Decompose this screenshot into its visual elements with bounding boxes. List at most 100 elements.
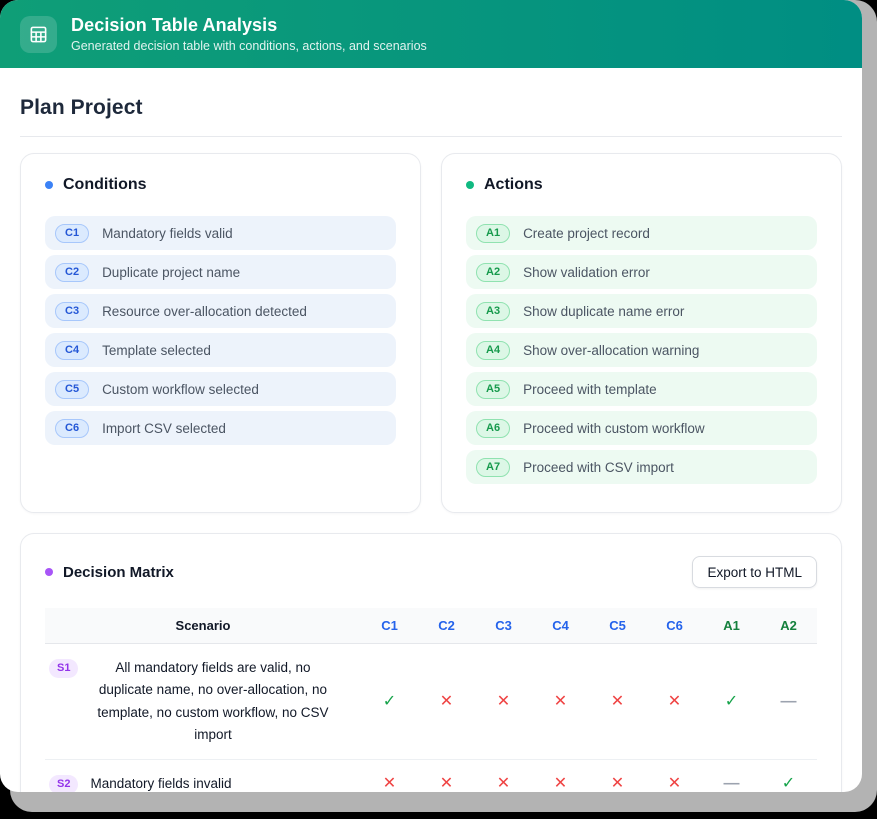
mark-cell: ✕ — [646, 760, 703, 792]
action-id-badge: A7 — [476, 458, 510, 477]
scenario-id-badge: S1 — [49, 659, 78, 678]
mark-cell: ✓ — [361, 644, 418, 760]
condition-label: Template selected — [102, 343, 211, 358]
x-mark-icon: ✕ — [497, 693, 510, 710]
decision-matrix-panel: Decision Matrix Export to HTML Scenario … — [20, 533, 842, 792]
action-id-badge: A4 — [476, 341, 510, 360]
check-mark-icon: ✓ — [782, 775, 795, 792]
action-label: Proceed with template — [523, 382, 657, 397]
dash-mark-icon: — — [781, 693, 797, 710]
mark-cell: ✓ — [703, 644, 760, 760]
export-to-html-button[interactable]: Export to HTML — [692, 556, 817, 588]
app-window: Decision Table Analysis Generated decisi… — [0, 0, 862, 792]
decision-matrix-table-head: Scenario C1C2C3C4C5C6A1A2 — [45, 608, 817, 644]
decision-matrix-head: Decision Matrix Export to HTML — [45, 556, 817, 588]
action-item: A5 Proceed with template — [466, 372, 817, 406]
x-mark-icon: ✕ — [611, 775, 624, 792]
actions-dot-icon — [466, 181, 474, 189]
condition-label: Custom workflow selected — [102, 382, 259, 397]
x-mark-icon: ✕ — [440, 775, 453, 792]
page-title: Plan Project — [20, 96, 842, 120]
x-mark-icon: ✕ — [554, 693, 567, 710]
action-item: A3 Show duplicate name error — [466, 294, 817, 328]
conditions-panel: Conditions C1 Mandatory fields valid C2 … — [20, 153, 421, 513]
dash-mark-icon: — — [724, 775, 740, 792]
action-item: A2 Show validation error — [466, 255, 817, 289]
condition-item: C5 Custom workflow selected — [45, 372, 396, 406]
action-column-header: A1 — [703, 608, 760, 644]
conditions-panel-head: Conditions — [45, 176, 396, 194]
action-label: Proceed with custom workflow — [523, 421, 705, 436]
mark-cell: ✕ — [475, 644, 532, 760]
actions-list: A1 Create project record A2 Show validat… — [466, 216, 817, 484]
condition-id-badge: C4 — [55, 341, 89, 360]
condition-id-badge: C1 — [55, 224, 89, 243]
scenario-column-header: Scenario — [45, 608, 361, 644]
table-grid-icon — [20, 16, 57, 53]
condition-item: C4 Template selected — [45, 333, 396, 367]
action-label: Create project record — [523, 226, 650, 241]
scenario-cell: S2 Mandatory fields invalid — [45, 760, 361, 792]
mark-cell: — — [703, 760, 760, 792]
mark-cell: ✕ — [589, 644, 646, 760]
x-mark-icon: ✕ — [383, 775, 396, 792]
scenario-cell: S1 All mandatory fields are valid, no du… — [45, 644, 361, 760]
condition-column-header: C6 — [646, 608, 703, 644]
decision-matrix-dot-icon — [45, 568, 53, 576]
condition-label: Mandatory fields valid — [102, 226, 233, 241]
condition-label: Duplicate project name — [102, 265, 240, 280]
conditions-dot-icon — [45, 181, 53, 189]
action-label: Show over-allocation warning — [523, 343, 699, 358]
decision-matrix-title-group: Decision Matrix — [45, 564, 174, 581]
condition-item: C6 Import CSV selected — [45, 411, 396, 445]
mark-cell: ✕ — [589, 760, 646, 792]
action-column-header: A2 — [760, 608, 817, 644]
condition-column-header: C5 — [589, 608, 646, 644]
mark-cell: ✕ — [646, 644, 703, 760]
mark-cell: ✕ — [532, 760, 589, 792]
mark-cell: ✕ — [361, 760, 418, 792]
conditions-list: C1 Mandatory fields valid C2 Duplicate p… — [45, 216, 396, 445]
actions-heading: Actions — [484, 176, 543, 194]
action-item: A7 Proceed with CSV import — [466, 450, 817, 484]
action-id-badge: A6 — [476, 419, 510, 438]
decision-matrix-table: Scenario C1C2C3C4C5C6A1A2 S1 All mandato… — [45, 608, 817, 792]
decision-matrix-heading: Decision Matrix — [63, 564, 174, 581]
mark-cell: ✕ — [475, 760, 532, 792]
mark-cell: ✓ — [760, 760, 817, 792]
x-mark-icon: ✕ — [668, 775, 681, 792]
mark-cell: ✕ — [418, 644, 475, 760]
action-item: A6 Proceed with custom workflow — [466, 411, 817, 445]
action-item: A4 Show over-allocation warning — [466, 333, 817, 367]
x-mark-icon: ✕ — [497, 775, 510, 792]
condition-column-header: C4 — [532, 608, 589, 644]
action-label: Show duplicate name error — [523, 304, 684, 319]
panels-row: Conditions C1 Mandatory fields valid C2 … — [20, 153, 842, 513]
condition-item: C2 Duplicate project name — [45, 255, 396, 289]
actions-panel: Actions A1 Create project record A2 Show… — [441, 153, 842, 513]
condition-item: C3 Resource over-allocation detected — [45, 294, 396, 328]
table-row: S1 All mandatory fields are valid, no du… — [45, 644, 817, 760]
x-mark-icon: ✕ — [440, 693, 453, 710]
condition-id-badge: C5 — [55, 380, 89, 399]
app-header-text: Decision Table Analysis Generated decisi… — [71, 15, 427, 53]
condition-column-header: C2 — [418, 608, 475, 644]
action-id-badge: A3 — [476, 302, 510, 321]
condition-id-badge: C3 — [55, 302, 89, 321]
action-id-badge: A1 — [476, 224, 510, 243]
scenario-description: All mandatory fields are valid, no dupli… — [90, 657, 335, 746]
x-mark-icon: ✕ — [554, 775, 567, 792]
check-mark-icon: ✓ — [383, 693, 396, 710]
mark-cell: ✕ — [532, 644, 589, 760]
condition-label: Resource over-allocation detected — [102, 304, 307, 319]
condition-item: C1 Mandatory fields valid — [45, 216, 396, 250]
condition-id-badge: C6 — [55, 419, 89, 438]
condition-label: Import CSV selected — [102, 421, 226, 436]
scenario-description: Mandatory fields invalid — [90, 773, 231, 792]
app-header: Decision Table Analysis Generated decisi… — [0, 0, 862, 68]
check-mark-icon: ✓ — [725, 693, 738, 710]
x-mark-icon: ✕ — [668, 693, 681, 710]
mark-cell: ✕ — [418, 760, 475, 792]
action-label: Proceed with CSV import — [523, 460, 674, 475]
action-label: Show validation error — [523, 265, 650, 280]
